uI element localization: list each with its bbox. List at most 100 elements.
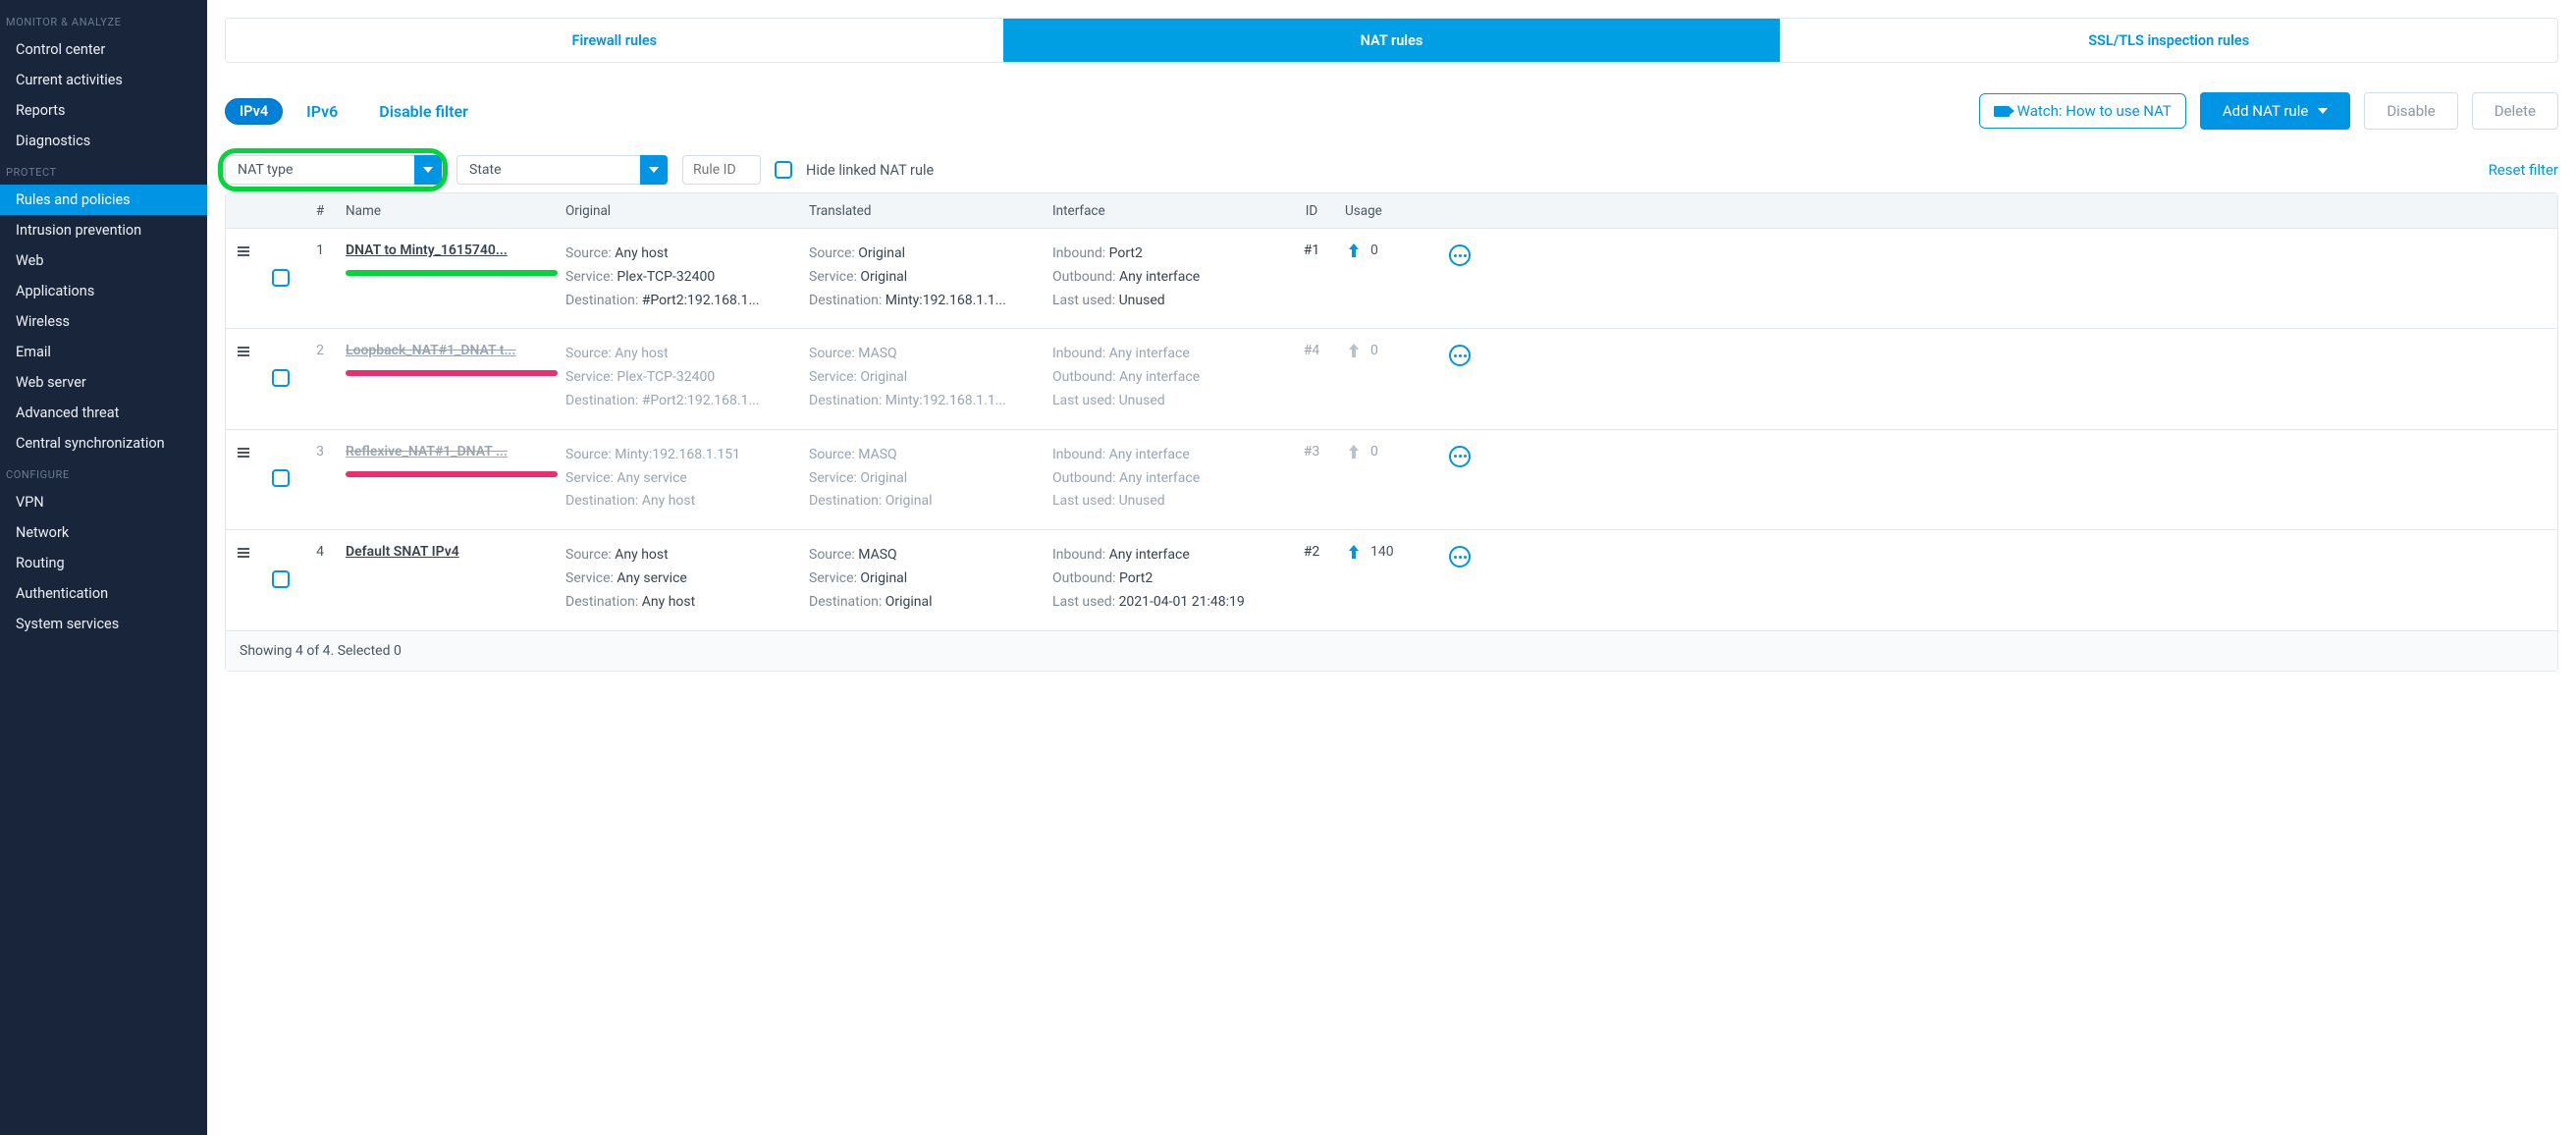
- main-content: Firewall rules NAT rules NAT rules SSL/T…: [207, 0, 2576, 1135]
- watch-label: Watch: How to use NAT: [2017, 102, 2172, 120]
- sidebar-item[interactable]: Central synchronization: [0, 428, 207, 459]
- sidebar-item[interactable]: Web: [0, 245, 207, 276]
- original-cell: Source: Any host Service: Plex-TCP-32400…: [558, 243, 801, 312]
- col-id[interactable]: ID: [1286, 203, 1337, 219]
- row-checkbox[interactable]: [272, 369, 290, 387]
- sidebar-item[interactable]: Web server: [0, 367, 207, 398]
- section-monitor-label: MONITOR & ANALYZE: [0, 6, 207, 34]
- col-interface[interactable]: Interface: [1045, 203, 1286, 219]
- usage-count: 0: [1370, 444, 1378, 459]
- col-translated[interactable]: Translated: [801, 203, 1045, 219]
- rule-name-link[interactable]: Default SNAT IPv4: [346, 544, 459, 560]
- sidebar-item[interactable]: Routing: [0, 548, 207, 578]
- usage-count: 0: [1370, 343, 1378, 358]
- sidebar-item[interactable]: Current activities: [0, 65, 207, 95]
- row-actions-button[interactable]: [1449, 446, 1471, 467]
- hide-linked-checkbox[interactable]: [775, 161, 792, 179]
- delete-button[interactable]: Delete: [2472, 92, 2558, 130]
- state-select[interactable]: State: [456, 155, 669, 185]
- rule-id: #3: [1304, 444, 1320, 459]
- col-original[interactable]: Original: [558, 203, 801, 219]
- row-actions-button[interactable]: [1449, 244, 1471, 266]
- drag-handle-icon[interactable]: [238, 246, 249, 256]
- row-actions-button[interactable]: [1449, 546, 1471, 568]
- tab-ssl[interactable]: SSL/TLS inspection rules: [1780, 19, 2557, 62]
- watch-howto-button[interactable]: Watch: How to use NAT: [1979, 93, 2186, 129]
- chevron-down-icon: [2318, 108, 2328, 114]
- sidebar-item[interactable]: Intrusion prevention: [0, 215, 207, 245]
- drag-handle-icon[interactable]: [238, 448, 249, 458]
- row-number: 1: [300, 243, 340, 312]
- ipv4-pill[interactable]: IPv4: [225, 98, 283, 125]
- sidebar-item[interactable]: Advanced threat: [0, 398, 207, 428]
- sidebar-item[interactable]: Control center: [0, 34, 207, 65]
- sidebar-item[interactable]: VPN: [0, 487, 207, 517]
- table-row: 4 Default SNAT IPv4 Source: Any host Ser…: [226, 530, 2557, 629]
- sidebar-item[interactable]: Applications: [0, 276, 207, 306]
- tab-nat-label: NAT rules: [1361, 32, 1423, 49]
- col-num[interactable]: #: [300, 203, 340, 219]
- sidebar-item[interactable]: Authentication: [0, 578, 207, 609]
- row-checkbox[interactable]: [272, 469, 290, 487]
- rule-name-link[interactable]: Reflexive_NAT#1_DNAT ...: [346, 444, 508, 459]
- original-cell: Source: Any host Service: Plex-TCP-32400…: [558, 343, 801, 412]
- sidebar-item[interactable]: Network: [0, 517, 207, 548]
- table-row: 2 Loopback_NAT#1_DNAT t... Source: Any h…: [226, 329, 2557, 429]
- usage-count: 140: [1370, 544, 1394, 560]
- disable-button[interactable]: Disable: [2364, 92, 2457, 130]
- rule-name-link[interactable]: DNAT to Minty_1615740...: [346, 243, 508, 258]
- ip-toggle: IPv4 IPv6: [225, 98, 344, 125]
- original-cell: Source: Any host Service: Any service De…: [558, 544, 801, 614]
- table-footer: Showing 4 of 4. Selected 0: [226, 630, 2557, 671]
- sidebar: MONITOR & ANALYZE Control centerCurrent …: [0, 0, 207, 1135]
- sidebar-item[interactable]: System services: [0, 609, 207, 639]
- annotation-bar: [346, 471, 558, 477]
- row-actions-button[interactable]: [1449, 345, 1471, 366]
- drag-handle-icon[interactable]: [238, 548, 249, 558]
- section-protect-label: PROTECT: [0, 156, 207, 185]
- interface-cell: Inbound: Any interface Outbound: Any int…: [1045, 444, 1286, 513]
- col-name[interactable]: Name: [340, 203, 558, 219]
- row-checkbox[interactable]: [272, 269, 290, 287]
- sidebar-item[interactable]: Wireless: [0, 306, 207, 337]
- row-checkbox[interactable]: [272, 570, 290, 588]
- original-cell: Source: Minty:192.168.1.151 Service: Any…: [558, 444, 801, 513]
- sidebar-item[interactable]: Diagnostics: [0, 126, 207, 156]
- camera-icon: [1994, 106, 2010, 117]
- reset-filter-link[interactable]: Reset filter: [2489, 161, 2558, 179]
- dropdown-icon: [640, 155, 668, 185]
- sidebar-item[interactable]: Email: [0, 337, 207, 367]
- interface-cell: Inbound: Port2 Outbound: Any interface L…: [1045, 243, 1286, 312]
- section-configure-label: CONFIGURE: [0, 459, 207, 487]
- row-number: 4: [300, 544, 340, 614]
- add-nat-rule-button[interactable]: Add NAT rule: [2200, 92, 2350, 130]
- usage-icon: [1345, 444, 1363, 459]
- table-header: # Name Original Translated Interface ID …: [226, 193, 2557, 229]
- toolbar: IPv4 IPv6 Disable filter Watch: How to u…: [225, 92, 2558, 130]
- filter-bar: NAT type State Hide linked NAT rule Rese…: [225, 155, 2558, 185]
- translated-cell: Source: Original Service: Original Desti…: [801, 243, 1045, 312]
- tab-firewall[interactable]: Firewall rules: [226, 19, 1003, 62]
- translated-cell: Source: MASQ Service: Original Destinati…: [801, 343, 1045, 412]
- drag-handle-icon[interactable]: [238, 347, 249, 356]
- rule-name-link[interactable]: Loopback_NAT#1_DNAT t...: [346, 343, 515, 358]
- table-row: 1 DNAT to Minty_1615740... Source: Any h…: [226, 229, 2557, 329]
- sidebar-item[interactable]: Rules and policies: [0, 185, 207, 215]
- interface-cell: Inbound: Any interface Outbound: Port2 L…: [1045, 544, 1286, 614]
- rule-id-input[interactable]: [682, 155, 761, 185]
- nat-type-select[interactable]: NAT type: [225, 155, 443, 185]
- disable-filter-link[interactable]: Disable filter: [379, 102, 468, 121]
- tooltip-nat: NAT rules: [1366, 62, 1459, 63]
- tab-nat[interactable]: NAT rules NAT rules: [1003, 19, 1781, 62]
- col-usage[interactable]: Usage: [1337, 203, 1435, 219]
- usage-icon: [1345, 544, 1363, 560]
- rule-id: #1: [1304, 243, 1320, 258]
- translated-cell: Source: MASQ Service: Original Destinati…: [801, 444, 1045, 513]
- annotation-bar: [346, 370, 558, 376]
- annotation-bar: [346, 270, 558, 276]
- sidebar-item[interactable]: Reports: [0, 95, 207, 126]
- ipv6-pill[interactable]: IPv6: [300, 98, 344, 125]
- state-label: State: [457, 162, 513, 178]
- add-nat-label: Add NAT rule: [2223, 102, 2308, 120]
- table-row: 3 Reflexive_NAT#1_DNAT ... Source: Minty…: [226, 430, 2557, 530]
